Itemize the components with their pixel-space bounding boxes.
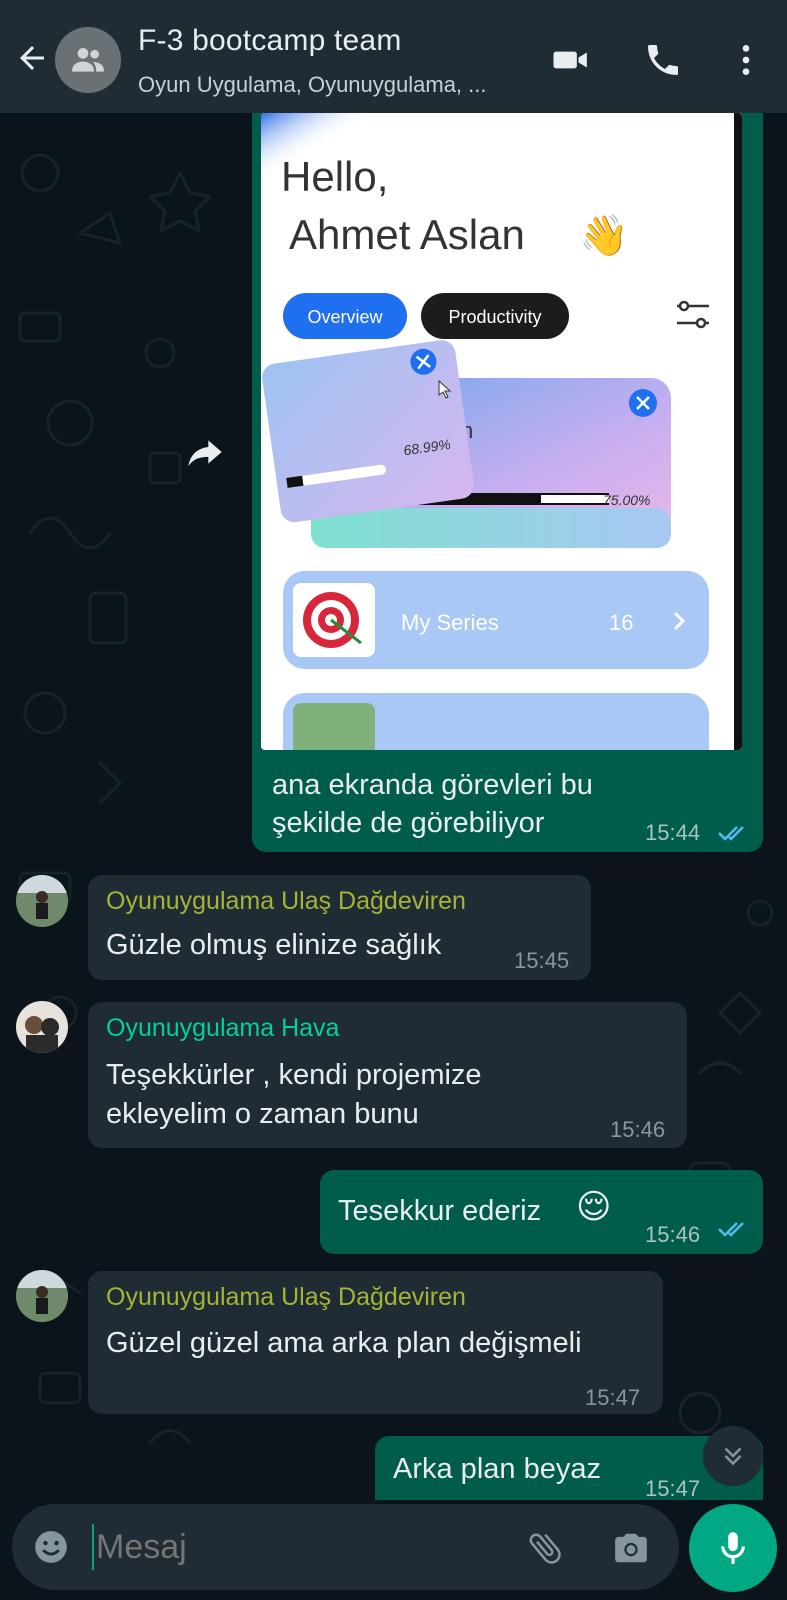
image-card2-progress-fill (541, 495, 609, 503)
read-ticks-icon (718, 1222, 744, 1237)
text-cursor (92, 1524, 94, 1570)
sender-name[interactable]: Oyunuygulama Ulaş Dağdeviren (106, 885, 466, 917)
image-my-series-count: 16 (609, 610, 633, 635)
app-screenshot-image: Hello, Ahmet Aslan 👋 Overview Productivi… (261, 113, 742, 750)
sender-photo (16, 875, 68, 927)
chat-screen: F-3 bootcamp team Oyun Uygulama, Oyunuyg… (0, 0, 787, 1600)
message-text: Arka plan beyaz (393, 1453, 601, 1485)
group-icon (72, 48, 104, 72)
incoming-message[interactable]: Oyunuygulama Ulaş Dağdeviren Güzle olmuş… (88, 875, 591, 980)
sender-name[interactable]: Oyunuygulama Hava (106, 1012, 339, 1044)
video-call-icon[interactable] (551, 40, 591, 80)
image-username: Ahmet Aslan (289, 211, 525, 258)
image-caption-line-2: şekilde de görebiliyor (272, 807, 545, 839)
message-time: 15:46 (645, 1222, 701, 1247)
outgoing-message[interactable]: Tesekkur ederiz 😌 15:46 (320, 1170, 763, 1254)
sender-photo (16, 1270, 68, 1322)
emoji-icon[interactable] (32, 1528, 70, 1566)
image-greeting: Hello, (281, 153, 388, 200)
message-text: Güzel güzel ama arka plan değişmeli (106, 1327, 582, 1359)
message-time: 15:45 (514, 948, 570, 973)
image-tab-overview: Overview (307, 307, 383, 327)
voice-call-icon[interactable] (643, 40, 683, 80)
sender-avatar[interactable] (16, 875, 68, 927)
message-time: 15:47 (585, 1385, 641, 1410)
group-avatar[interactable] (55, 27, 121, 93)
chat-header: F-3 bootcamp team Oyun Uygulama, Oyunuyg… (0, 0, 787, 113)
sender-name[interactable]: Oyunuygulama Ulaş Dağdeviren (106, 1281, 466, 1313)
message-input[interactable] (96, 1522, 496, 1572)
forward-icon[interactable] (185, 432, 225, 472)
message-text-line-1: Teşekkürler , kendi projemize (106, 1059, 482, 1091)
sender-avatar[interactable] (16, 1270, 68, 1322)
chat-title[interactable]: F-3 bootcamp team (138, 24, 402, 58)
back-arrow-icon[interactable] (14, 40, 50, 76)
waving-hand-emoji: 👋 (579, 214, 629, 259)
image-card2-percent: 75.00% (603, 492, 650, 508)
message-text: Tesekkur ederiz (338, 1195, 542, 1227)
sender-avatar[interactable] (16, 1001, 68, 1053)
camera-icon[interactable] (612, 1529, 650, 1567)
incoming-message[interactable]: Oyunuygulama Ulaş Dağdeviren Güzel güzel… (88, 1271, 663, 1414)
image-my-series-label: My Series (401, 610, 499, 635)
message-time: 15:46 (610, 1117, 666, 1142)
image-caption-line-1: ana ekranda görevleri bu (272, 769, 593, 801)
attach-paperclip-icon[interactable] (525, 1528, 565, 1568)
microphone-icon (721, 1532, 745, 1564)
message-input-bar (12, 1504, 679, 1590)
message-time: 15:44 (645, 820, 701, 845)
shared-image[interactable]: Hello, Ahmet Aslan 👋 Overview Productivi… (261, 113, 742, 750)
sender-photo (16, 1001, 68, 1053)
chat-subtitle[interactable]: Oyun Uygulama, Oyunuygulama, ... (138, 72, 487, 98)
more-options-icon[interactable] (726, 40, 766, 80)
incoming-message[interactable]: Oyunuygulama Hava Teşekkürler , kendi pr… (88, 1002, 687, 1148)
message-text: Güzle olmuş elinize sağlık (106, 929, 442, 961)
voice-record-button[interactable] (689, 1504, 777, 1592)
double-chevron-down-icon (724, 1447, 742, 1466)
message-time: 15:47 (645, 1476, 701, 1501)
image-caption: ana ekranda görevleri bu şekilde de göre… (272, 766, 593, 842)
message-text-line-2: ekleyelim o zaman bunu (106, 1098, 419, 1130)
relieved-face-emoji: 😌 (576, 1188, 612, 1226)
scroll-to-bottom-button[interactable] (703, 1426, 763, 1486)
read-ticks-icon (718, 826, 744, 841)
image-tab-productivity: Productivity (448, 307, 541, 327)
